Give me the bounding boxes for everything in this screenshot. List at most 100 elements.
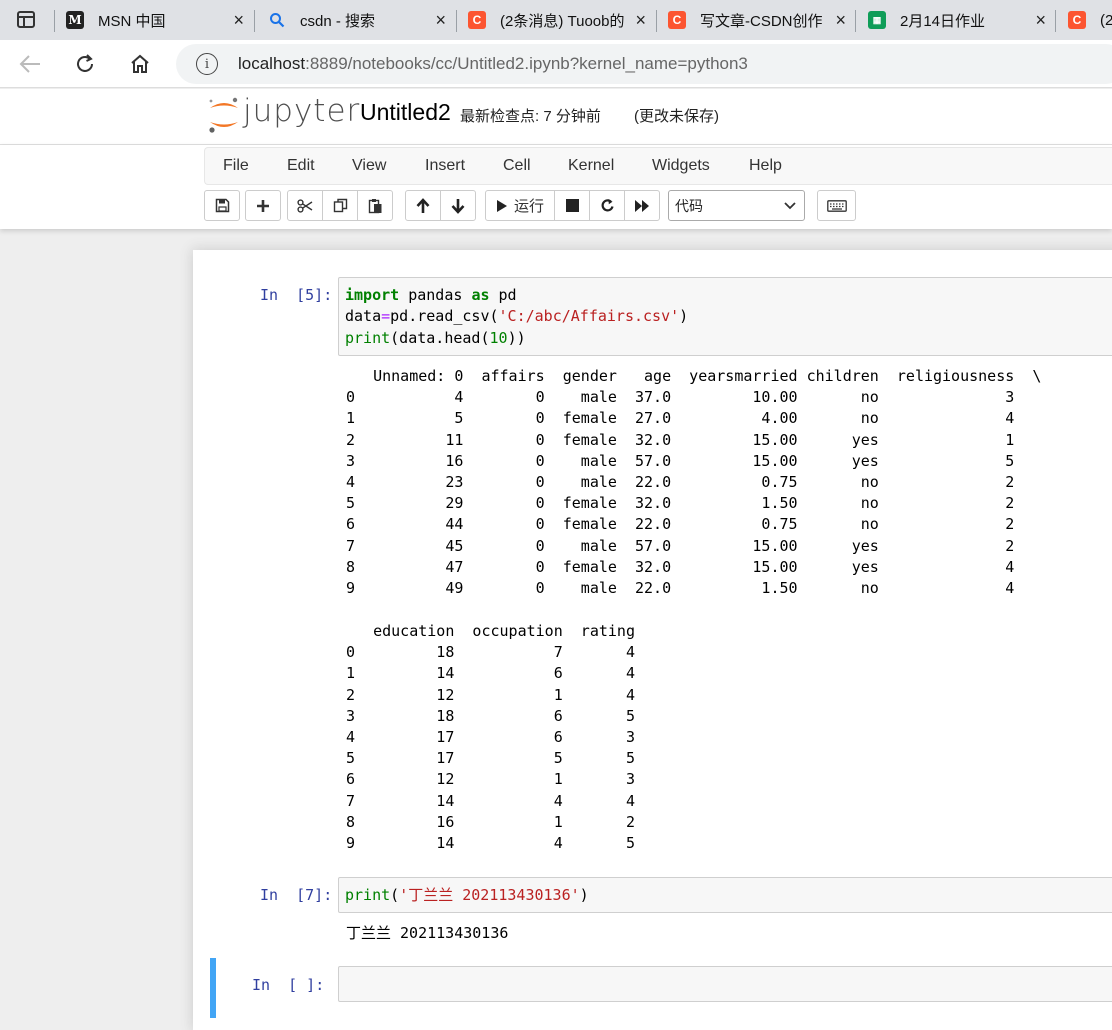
cut-button[interactable] [287, 190, 323, 221]
fast-forward-icon [635, 199, 650, 212]
checkpoint-status: 最新检查点: 7 分钟前 [460, 108, 601, 125]
msn-icon: M [66, 11, 84, 29]
tab-title: MSN 中国 [98, 12, 166, 30]
menu-kernel[interactable]: Kernel [568, 157, 614, 175]
restart-run-all-button[interactable] [624, 190, 661, 221]
notebook-name[interactable]: Untitled2 [360, 99, 451, 126]
tab-title: 写文章-CSDN创作 [700, 12, 823, 30]
menu-file[interactable]: File [223, 157, 249, 175]
scissors-icon [297, 198, 313, 213]
jupyter-logo-icon[interactable] [204, 95, 244, 135]
tab-title: csdn - 搜索 [300, 12, 376, 30]
back-arrow-icon[interactable] [15, 50, 45, 78]
chevron-down-icon [784, 198, 796, 213]
close-icon[interactable]: × [1035, 10, 1046, 31]
tab-csdn-write[interactable]: C 写文章-CSDN创作 × [668, 0, 856, 40]
tab-title: 2月14日作业 [900, 12, 986, 30]
tab-csdn-search[interactable]: csdn - 搜索 × [268, 0, 456, 40]
tab-csdn-messages[interactable]: C (2条消息) Tuoob的 × [468, 0, 656, 40]
tab-separator [656, 10, 657, 32]
code-cell-input[interactable]: import pandas as pd data=pd.read_csv('C:… [338, 277, 1112, 356]
close-icon[interactable]: × [635, 10, 646, 31]
close-icon[interactable]: × [233, 10, 244, 31]
tab-separator [54, 10, 55, 32]
code-text: (data.head( [390, 328, 490, 347]
code-cell-input-empty[interactable] [338, 966, 1112, 1002]
code-string: '丁兰兰 202113430136' [399, 886, 580, 904]
toolbar-group-palette [817, 190, 856, 221]
play-icon [497, 199, 507, 212]
code-cell-input[interactable]: print('丁兰兰 202113430136') [338, 877, 1112, 913]
tab-separator [1055, 10, 1056, 32]
toolbar-group-insert [245, 190, 281, 221]
cell-output-table-part2: education occupation rating 0 18 7 4 1 1… [346, 622, 635, 853]
tab-msn[interactable]: M MSN 中国 × [66, 0, 254, 40]
move-down-button[interactable] [440, 190, 476, 221]
code-line: print('丁兰兰 202113430136') [345, 885, 1112, 906]
input-prompt: In [ ]: [252, 976, 325, 994]
url-path: :8889/notebooks/cc/Untitled2.ipynb?kerne… [305, 54, 748, 73]
tab-title: (2 [1100, 11, 1112, 29]
command-palette-button[interactable] [817, 190, 856, 221]
browser-toolbar: i localhost:8889/notebooks/cc/Untitled2.… [0, 40, 1112, 88]
interrupt-kernel-button[interactable] [554, 190, 591, 221]
home-icon[interactable] [125, 50, 155, 78]
tab-homework[interactable]: ▦ 2月14日作业 × [868, 0, 1056, 40]
plus-icon [257, 199, 269, 212]
site-info-icon[interactable]: i [196, 53, 218, 75]
restart-icon [601, 199, 614, 212]
reload-icon[interactable] [70, 50, 100, 78]
menu-help[interactable]: Help [749, 157, 782, 175]
cell-output-text: 丁兰兰 202113430136 [346, 924, 509, 942]
menu-edit[interactable]: Edit [287, 157, 315, 175]
autosave-status: (更改未保存) [634, 108, 719, 125]
code-text: pd.read_csv( [390, 307, 499, 326]
copy-button[interactable] [322, 190, 358, 221]
code-string: 'C:/abc/Affairs.csv' [498, 307, 680, 326]
cell-type-select[interactable]: 代码 [668, 190, 805, 221]
menu-view[interactable]: View [352, 157, 386, 175]
menu-insert[interactable]: Insert [425, 157, 465, 175]
save-icon [215, 198, 229, 213]
code-keyword: as [471, 286, 490, 304]
restart-kernel-button[interactable] [589, 190, 626, 221]
code-keyword: import [345, 286, 400, 304]
code-text: ) [579, 886, 589, 904]
cell-output-table-part1: Unnamed: 0 affairs gender age yearsmarri… [346, 367, 1042, 598]
arrow-up-icon [416, 197, 430, 213]
toolbar-group-run: 运行 [485, 190, 661, 221]
menu-widgets[interactable]: Widgets [652, 157, 710, 175]
tab-csdn-partial[interactable]: C (2 [1068, 0, 1112, 40]
menubar: File Edit View Insert Cell Kernel Widget… [204, 147, 1112, 185]
move-up-button[interactable] [405, 190, 441, 221]
browser-tab-strip: M MSN 中国 × csdn - 搜索 × C (2条消息) Tuoob的 ×… [0, 0, 1112, 40]
code-text: pandas [399, 286, 472, 304]
code-line: data=pd.read_csv('C:/abc/Affairs.csv') [345, 306, 1112, 327]
jupyter-logo-text[interactable]: jupyter [243, 93, 360, 129]
tab-actions-menu-icon[interactable] [17, 11, 35, 28]
insert-cell-button[interactable] [245, 190, 281, 221]
jupyter-header: jupyter Untitled2 最新检查点: 7 分钟前 (更改未保存) [0, 89, 1112, 145]
csdn-icon: C [668, 11, 686, 29]
address-bar[interactable]: i localhost:8889/notebooks/cc/Untitled2.… [176, 44, 1112, 84]
copy-icon [333, 198, 347, 213]
input-prompt: In [5]: [260, 286, 333, 304]
code-operator: = [381, 307, 391, 326]
run-button[interactable]: 运行 [485, 190, 556, 221]
code-text: pd [489, 286, 517, 304]
tab-separator [456, 10, 457, 32]
menu-cell[interactable]: Cell [503, 157, 531, 175]
run-label: 运行 [514, 198, 545, 215]
code-text: ( [390, 886, 400, 904]
code-builtin: print [345, 328, 391, 347]
close-icon[interactable]: × [835, 10, 846, 31]
code-text: data [345, 307, 382, 326]
tab-separator [855, 10, 856, 32]
close-icon[interactable]: × [435, 10, 446, 31]
csdn-icon: C [1068, 11, 1086, 29]
code-text: )) [507, 328, 526, 347]
paste-button[interactable] [357, 190, 393, 221]
save-button[interactable] [204, 190, 240, 221]
code-line: import pandas as pd [345, 285, 1112, 306]
code-text: ) [679, 307, 689, 326]
